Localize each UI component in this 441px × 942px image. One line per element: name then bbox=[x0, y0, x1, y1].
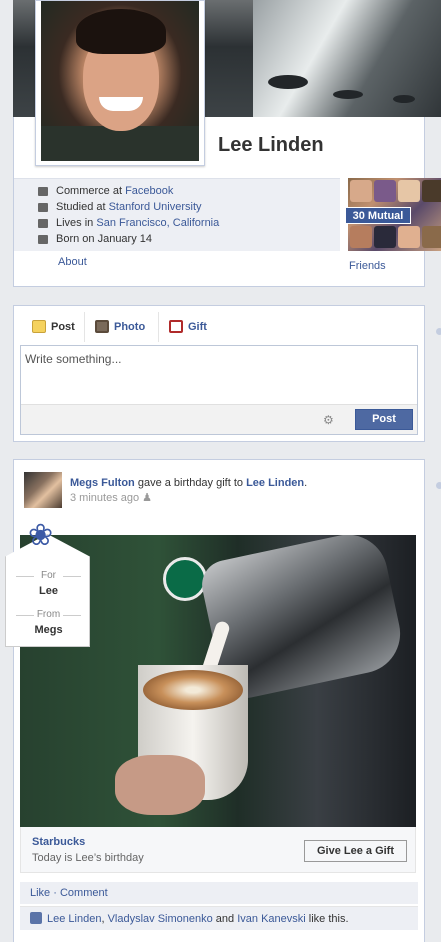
timeline-dot bbox=[436, 328, 441, 335]
location-link[interactable]: San Francisco, California bbox=[96, 217, 219, 229]
attachment-title[interactable]: Starbucks bbox=[32, 836, 85, 848]
tag-from-label: From bbox=[36, 609, 61, 620]
status-input[interactable]: Write something... ⚙ Post bbox=[20, 345, 418, 435]
story-timestamp[interactable]: 3 minutes ago ♟ bbox=[70, 491, 152, 504]
tab-photo-label: Photo bbox=[114, 320, 146, 333]
gear-icon[interactable]: ⚙ bbox=[323, 413, 334, 427]
composer-footer: ⚙ Post bbox=[21, 404, 417, 434]
graduation-cap-icon bbox=[38, 203, 48, 212]
status-placeholder: Write something... bbox=[25, 352, 122, 366]
starbucks-logo-icon bbox=[163, 557, 207, 601]
comment-link[interactable]: Comment bbox=[60, 887, 108, 899]
info-birthday: Born on January 14 bbox=[56, 233, 153, 245]
tab-photo[interactable]: Photo bbox=[95, 320, 145, 333]
like-thumb-icon bbox=[30, 912, 42, 924]
liker-link[interactable]: Lee Linden bbox=[47, 913, 101, 925]
tab-gift[interactable]: Gift bbox=[169, 320, 207, 333]
friends-link[interactable]: Friends bbox=[349, 260, 386, 272]
gift-icon bbox=[169, 320, 183, 333]
bow-icon: ❀ bbox=[28, 519, 54, 552]
post-button[interactable]: Post bbox=[355, 409, 413, 430]
tab-post[interactable]: Post bbox=[32, 320, 75, 333]
tag-for-value: Lee bbox=[39, 585, 58, 597]
tab-post-label: Post bbox=[51, 320, 75, 333]
school-link[interactable]: Stanford University bbox=[109, 201, 202, 213]
liker-link[interactable]: Ivan Kanevski bbox=[237, 913, 305, 925]
tag-from-value: Megs bbox=[34, 624, 63, 636]
target-link[interactable]: Lee Linden bbox=[246, 477, 304, 489]
like-link[interactable]: Like bbox=[30, 887, 50, 899]
about-link[interactable]: About bbox=[58, 256, 87, 268]
profile-info-box: Commerce at Facebook Studied at Stanford… bbox=[14, 178, 340, 251]
actor-link[interactable]: Megs Fulton bbox=[70, 477, 135, 489]
note-icon bbox=[32, 320, 46, 333]
liker-link[interactable]: Vladyslav Simonenko bbox=[108, 913, 213, 925]
friends-audience-icon: ♟ bbox=[142, 492, 153, 504]
photo-icon bbox=[95, 320, 109, 333]
info-education: Studied at Stanford University bbox=[56, 201, 202, 213]
avatar[interactable] bbox=[24, 472, 62, 508]
profile-name: Lee Linden bbox=[218, 134, 324, 156]
timeline-dot bbox=[436, 482, 441, 489]
profile-picture[interactable] bbox=[35, 0, 205, 166]
attachment-subtitle: Today is Lee’s birthday bbox=[32, 852, 144, 864]
gift-attachment: Starbucks Today is Lee’s birthday Give L… bbox=[20, 827, 416, 873]
mutual-friends-badge[interactable]: 30 Mutual bbox=[345, 207, 411, 224]
story-headline: Megs Fulton gave a birthday gift to Lee … bbox=[70, 477, 308, 489]
tab-gift-label: Gift bbox=[188, 320, 207, 333]
story-actions: Like · Comment bbox=[20, 882, 418, 904]
briefcase-icon bbox=[38, 187, 48, 196]
tag-for-label: For bbox=[41, 570, 56, 581]
work-link[interactable]: Facebook bbox=[125, 185, 173, 197]
likes-summary: Lee Linden, Vladyslav Simonenko and Ivan… bbox=[20, 906, 418, 930]
info-work: Commerce at Facebook bbox=[56, 185, 174, 197]
info-location: Lives in San Francisco, California bbox=[56, 217, 220, 229]
calendar-icon bbox=[38, 235, 48, 244]
house-icon bbox=[38, 219, 48, 228]
give-gift-button[interactable]: Give Lee a Gift bbox=[304, 840, 407, 862]
